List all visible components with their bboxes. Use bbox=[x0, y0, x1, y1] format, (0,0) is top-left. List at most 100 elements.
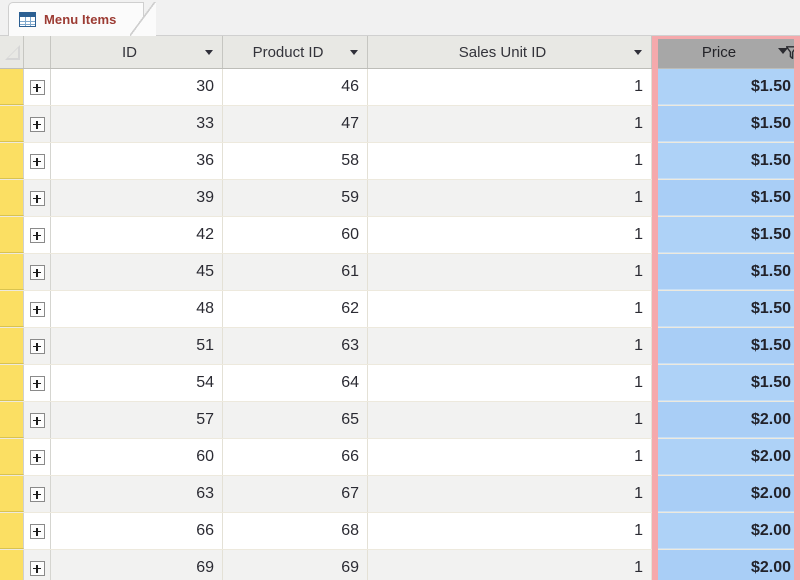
cell-product-id[interactable]: 47 bbox=[223, 106, 368, 142]
cell-sales-unit-id[interactable]: 1 bbox=[368, 106, 652, 142]
cell-id[interactable]: 60 bbox=[51, 439, 223, 475]
cell-sales-unit-id[interactable]: 1 bbox=[368, 439, 652, 475]
cell-sales-unit-id[interactable]: 1 bbox=[368, 513, 652, 549]
chevron-down-icon[interactable] bbox=[347, 49, 361, 55]
row-expand-cell[interactable] bbox=[24, 439, 51, 475]
cell-price[interactable]: $2.00 bbox=[652, 439, 800, 475]
cell-id[interactable]: 51 bbox=[51, 328, 223, 364]
row-expand-cell[interactable] bbox=[24, 69, 51, 105]
cell-id[interactable]: 48 bbox=[51, 291, 223, 327]
cell-id[interactable]: 36 bbox=[51, 143, 223, 179]
row-selector[interactable] bbox=[0, 402, 24, 438]
plus-expand-icon[interactable] bbox=[29, 301, 45, 317]
plus-expand-icon[interactable] bbox=[29, 560, 45, 576]
table-row[interactable]: 39 59 1 $1.50 bbox=[0, 180, 800, 217]
cell-price[interactable]: $2.00 bbox=[652, 513, 800, 549]
row-selector[interactable] bbox=[0, 254, 24, 290]
cell-id[interactable]: 63 bbox=[51, 476, 223, 512]
plus-expand-icon[interactable] bbox=[29, 412, 45, 428]
plus-expand-icon[interactable] bbox=[29, 227, 45, 243]
cell-product-id[interactable]: 63 bbox=[223, 328, 368, 364]
row-expand-cell[interactable] bbox=[24, 513, 51, 549]
table-row[interactable]: 30 46 1 $1.50 bbox=[0, 69, 800, 106]
row-expand-cell[interactable] bbox=[24, 402, 51, 438]
cell-product-id[interactable]: 62 bbox=[223, 291, 368, 327]
row-selector[interactable] bbox=[0, 365, 24, 401]
plus-expand-icon[interactable] bbox=[29, 375, 45, 391]
row-selector[interactable] bbox=[0, 106, 24, 142]
plus-expand-icon[interactable] bbox=[29, 449, 45, 465]
column-header-id[interactable]: ID bbox=[51, 36, 223, 68]
row-expand-cell[interactable] bbox=[24, 254, 51, 290]
row-selector[interactable] bbox=[0, 217, 24, 253]
row-selector[interactable] bbox=[0, 439, 24, 475]
column-header-price[interactable]: Price bbox=[652, 36, 800, 68]
chevron-down-icon[interactable] bbox=[202, 49, 216, 55]
cell-product-id[interactable]: 58 bbox=[223, 143, 368, 179]
row-selector[interactable] bbox=[0, 69, 24, 105]
plus-expand-icon[interactable] bbox=[29, 338, 45, 354]
cell-product-id[interactable]: 59 bbox=[223, 180, 368, 216]
cell-sales-unit-id[interactable]: 1 bbox=[368, 476, 652, 512]
chevron-down-icon[interactable] bbox=[631, 49, 645, 55]
table-row[interactable]: 36 58 1 $1.50 bbox=[0, 143, 800, 180]
row-selector[interactable] bbox=[0, 550, 24, 580]
cell-id[interactable]: 42 bbox=[51, 217, 223, 253]
table-row[interactable]: 57 65 1 $2.00 bbox=[0, 402, 800, 439]
cell-id[interactable]: 69 bbox=[51, 550, 223, 580]
cell-sales-unit-id[interactable]: 1 bbox=[368, 69, 652, 105]
cell-sales-unit-id[interactable]: 1 bbox=[368, 402, 652, 438]
cell-product-id[interactable]: 60 bbox=[223, 217, 368, 253]
table-row[interactable]: 33 47 1 $1.50 bbox=[0, 106, 800, 143]
cell-sales-unit-id[interactable]: 1 bbox=[368, 254, 652, 290]
plus-expand-icon[interactable] bbox=[29, 153, 45, 169]
row-expand-cell[interactable] bbox=[24, 217, 51, 253]
tab-menu-items[interactable]: Menu Items bbox=[8, 2, 155, 37]
table-row[interactable]: 69 69 1 $2.00 bbox=[0, 550, 800, 580]
plus-expand-icon[interactable] bbox=[29, 79, 45, 95]
row-selector[interactable] bbox=[0, 476, 24, 512]
cell-sales-unit-id[interactable]: 1 bbox=[368, 217, 652, 253]
cell-product-id[interactable]: 46 bbox=[223, 69, 368, 105]
cell-sales-unit-id[interactable]: 1 bbox=[368, 550, 652, 580]
row-selector[interactable] bbox=[0, 328, 24, 364]
row-selector[interactable] bbox=[0, 513, 24, 549]
row-selector[interactable] bbox=[0, 143, 24, 179]
row-expand-cell[interactable] bbox=[24, 365, 51, 401]
cell-price[interactable]: $1.50 bbox=[652, 217, 800, 253]
row-expand-cell[interactable] bbox=[24, 291, 51, 327]
table-row[interactable]: 51 63 1 $1.50 bbox=[0, 328, 800, 365]
cell-sales-unit-id[interactable]: 1 bbox=[368, 328, 652, 364]
cell-product-id[interactable]: 61 bbox=[223, 254, 368, 290]
cell-product-id[interactable]: 65 bbox=[223, 402, 368, 438]
cell-id[interactable]: 33 bbox=[51, 106, 223, 142]
cell-price[interactable]: $2.00 bbox=[652, 550, 800, 580]
cell-product-id[interactable]: 64 bbox=[223, 365, 368, 401]
cell-sales-unit-id[interactable]: 1 bbox=[368, 143, 652, 179]
cell-price[interactable]: $1.50 bbox=[652, 106, 800, 142]
row-selector[interactable] bbox=[0, 291, 24, 327]
cell-id[interactable]: 66 bbox=[51, 513, 223, 549]
plus-expand-icon[interactable] bbox=[29, 523, 45, 539]
cell-id[interactable]: 57 bbox=[51, 402, 223, 438]
cell-id[interactable]: 39 bbox=[51, 180, 223, 216]
plus-expand-icon[interactable] bbox=[29, 190, 45, 206]
cell-price[interactable]: $2.00 bbox=[652, 402, 800, 438]
column-header-product-id[interactable]: Product ID bbox=[223, 36, 368, 68]
row-expand-cell[interactable] bbox=[24, 328, 51, 364]
row-expand-cell[interactable] bbox=[24, 106, 51, 142]
cell-price[interactable]: $1.50 bbox=[652, 254, 800, 290]
plus-expand-icon[interactable] bbox=[29, 264, 45, 280]
table-row[interactable]: 48 62 1 $1.50 bbox=[0, 291, 800, 328]
cell-product-id[interactable]: 66 bbox=[223, 439, 368, 475]
table-row[interactable]: 63 67 1 $2.00 bbox=[0, 476, 800, 513]
row-expand-cell[interactable] bbox=[24, 180, 51, 216]
row-expand-cell[interactable] bbox=[24, 143, 51, 179]
cell-sales-unit-id[interactable]: 1 bbox=[368, 291, 652, 327]
cell-product-id[interactable]: 68 bbox=[223, 513, 368, 549]
cell-price[interactable]: $1.50 bbox=[652, 328, 800, 364]
cell-price[interactable]: $2.00 bbox=[652, 476, 800, 512]
cell-price[interactable]: $1.50 bbox=[652, 365, 800, 401]
table-row[interactable]: 60 66 1 $2.00 bbox=[0, 439, 800, 476]
table-row[interactable]: 42 60 1 $1.50 bbox=[0, 217, 800, 254]
